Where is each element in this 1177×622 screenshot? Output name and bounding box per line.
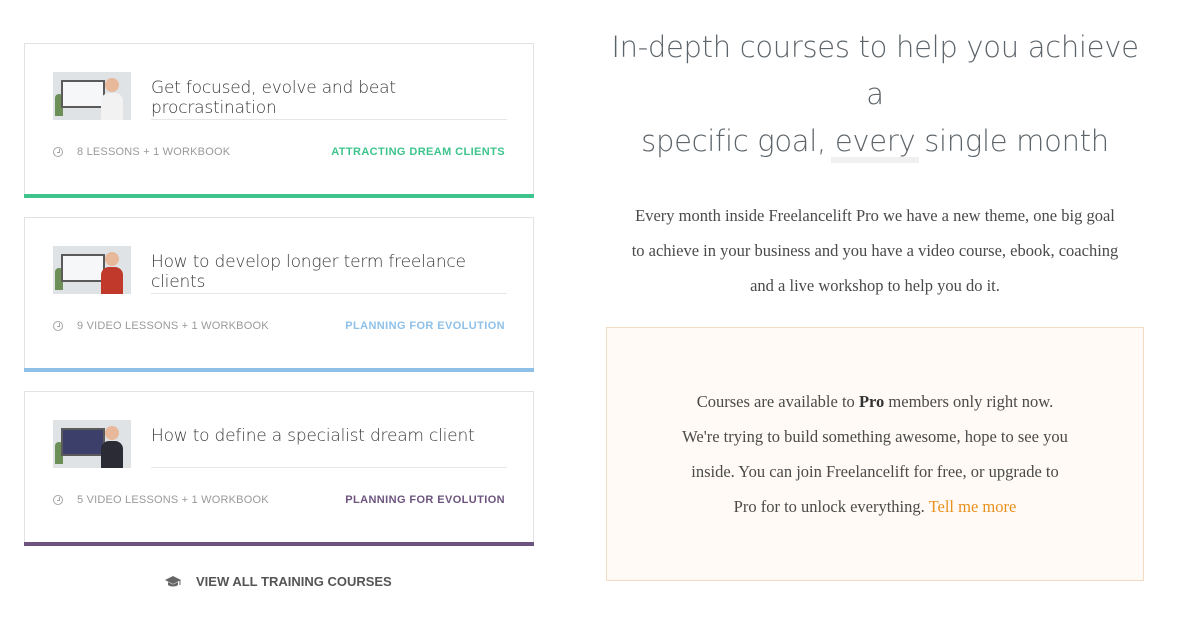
lesson-count: 5 VIDEO LESSONS + 1 WORKBOOK [77, 494, 269, 506]
clock-icon [53, 495, 63, 505]
course-category-tag[interactable]: ATTRACTING DREAM CLIENTS [331, 146, 505, 158]
course-title[interactable]: How to define a specialist dream client [151, 426, 507, 468]
category-color-bar [24, 542, 534, 546]
category-color-bar [24, 368, 534, 372]
section-heading: In-depth courses to help you achieve a s… [606, 24, 1144, 165]
notice-line: Courses are available to Pro members onl… [696, 392, 1054, 411]
heading-line: In-depth courses to help you achieve a [611, 30, 1139, 111]
tell-me-more-link[interactable]: Tell me more [929, 497, 1017, 516]
course-card[interactable]: How to develop longer term freelance cli… [24, 217, 534, 372]
course-meta: 8 LESSONS + 1 WORKBOOK [53, 146, 230, 158]
notice-line: inside. You can join Freelancelift for f… [691, 462, 1059, 481]
course-thumbnail[interactable] [53, 420, 131, 468]
lesson-count: 8 LESSONS + 1 WORKBOOK [77, 146, 231, 158]
view-all-courses-link[interactable]: VIEW ALL TRAINING COURSES [164, 574, 392, 589]
pro-notice-box: Courses are available to Pro members onl… [606, 327, 1144, 581]
course-meta: 5 VIDEO LESSONS + 1 WORKBOOK [53, 494, 269, 506]
course-card[interactable]: Get focused, evolve and beat procrastina… [24, 43, 534, 198]
graduation-cap-icon [165, 575, 181, 586]
category-color-bar [24, 194, 534, 198]
intro-line: and a live workshop to help you do it. [750, 276, 1000, 295]
intro-line: to achieve in your business and you have… [631, 241, 1119, 260]
notice-line: We're trying to build something awesome,… [682, 427, 1068, 446]
clock-icon [53, 147, 63, 157]
course-thumbnail[interactable] [53, 72, 131, 120]
view-all-label: VIEW ALL TRAINING COURSES [196, 574, 392, 589]
notice-text: Courses are available to Pro members onl… [637, 384, 1113, 524]
heading-divider [831, 157, 919, 163]
intro-paragraph: Every month inside Freelancelift Pro we … [600, 198, 1150, 303]
course-thumbnail[interactable] [53, 246, 131, 294]
course-title[interactable]: Get focused, evolve and beat procrastina… [151, 78, 507, 120]
notice-line: Pro for to unlock everything. Tell me mo… [733, 497, 1017, 516]
course-title[interactable]: How to develop longer term freelance cli… [151, 252, 507, 294]
course-card[interactable]: How to define a specialist dream client … [24, 391, 534, 546]
course-category-tag[interactable]: PLANNING FOR EVOLUTION [345, 320, 505, 332]
course-category-tag[interactable]: PLANNING FOR EVOLUTION [345, 494, 505, 506]
pro-label: Pro [858, 392, 885, 411]
intro-line: Every month inside Freelancelift Pro we … [635, 206, 1115, 225]
clock-icon [53, 321, 63, 331]
course-meta: 9 VIDEO LESSONS + 1 WORKBOOK [53, 320, 269, 332]
lesson-count: 9 VIDEO LESSONS + 1 WORKBOOK [77, 320, 269, 332]
